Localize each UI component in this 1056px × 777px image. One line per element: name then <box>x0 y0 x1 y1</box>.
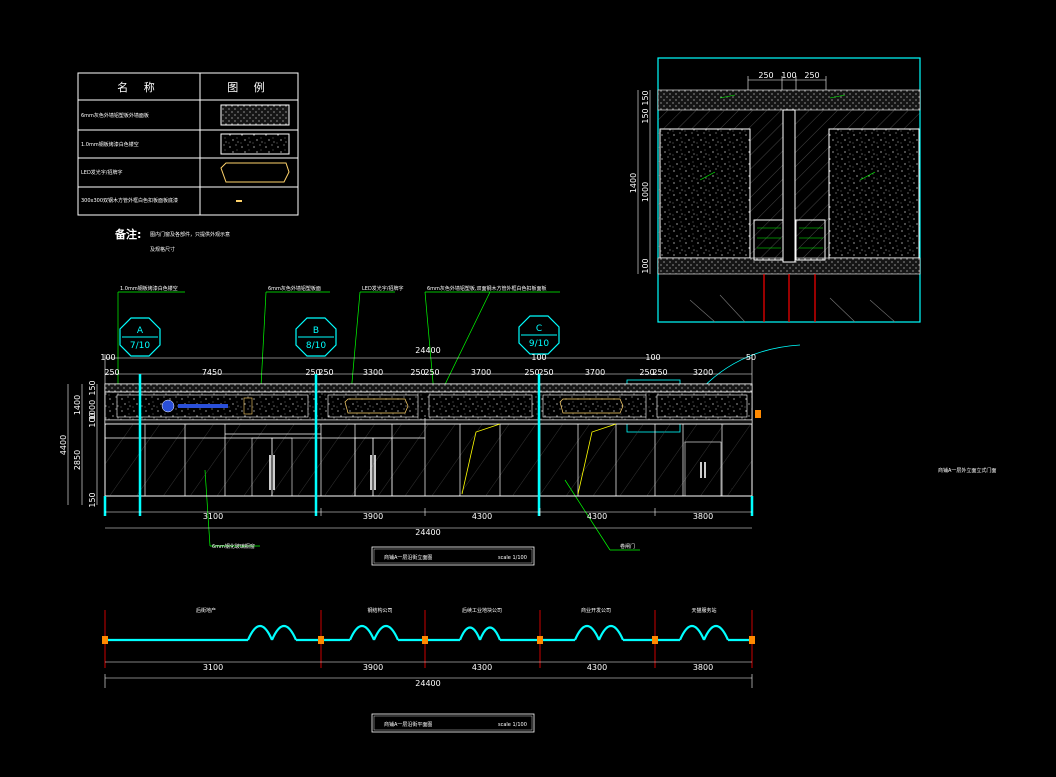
plan-label-1: 后街地产 <box>196 607 216 614</box>
callout-aluminum: 6mm灰色外墙铝塑板面 <box>268 285 321 292</box>
svg-text:A: A <box>137 326 144 336</box>
plan-dim-5: 3800 <box>693 663 713 672</box>
detail-dim-top-1: 250 <box>758 71 773 80</box>
dim-top-8: 250 <box>424 368 439 377</box>
dim-left-2: 1400 <box>73 395 82 415</box>
title-block-plan: 商铺A一层沿街平面图 scale 1/100 <box>371 713 535 733</box>
detail-view: 250 100 250 150 150 1400 1000 100 <box>629 57 921 323</box>
plan-label-5: 天猫服务站 <box>691 607 716 614</box>
plan-dim-1: 3100 <box>203 663 223 672</box>
legend-header-name: 名 称 <box>117 80 161 94</box>
dim-top-1: 100 <box>100 353 115 362</box>
storefront-elevation: 24400 100 250 7450 250 250 3300 250 250 … <box>59 346 761 550</box>
plan-label-4: 商业开发公司 <box>581 607 611 614</box>
svg-text:8/10: 8/10 <box>306 341 326 351</box>
legend-table: 名 称 图 例 6mm灰色外墙铝塑板外墙面板 1.0mm钢板烤漆白色镂空 LED… <box>77 72 299 216</box>
title-block-elevation: 商铺A一层沿街立面图 scale 1/100 <box>371 546 535 566</box>
svg-text:7/10: 7/10 <box>130 341 150 351</box>
note-block: 备注: 图内门窗及各部件，只提供外观示意 及规格尺寸 <box>114 227 230 253</box>
dim-bottom-4: 4300 <box>587 512 607 521</box>
detail-dim-left-5: 100 <box>641 258 650 273</box>
plan-dim-overall: 24400 <box>415 679 440 688</box>
callout-steel: 1.0mm钢板烤漆白色镂空 <box>120 285 178 292</box>
dim-bottom-3: 4300 <box>472 512 492 521</box>
title-1-name: 商铺A一层沿街立面图 <box>384 554 432 561</box>
dim-top-3: 7450 <box>202 368 222 377</box>
dim-top-6: 3300 <box>363 368 383 377</box>
note-line-1: 图内门窗及各部件，只提供外观示意 <box>150 231 230 238</box>
dim-top-c-100: 100 <box>531 353 546 362</box>
detail-dim-top-3: 250 <box>804 71 819 80</box>
axis-tag-a: A 7/10 <box>119 317 161 357</box>
floor-plan-strip: 后街地产 钢结构公司 后续工业地块公司 商业开发公司 天猫服务站 3100 39… <box>102 607 755 688</box>
dim-top-17: 50 <box>746 353 756 362</box>
dim-top-2: 250 <box>104 368 119 377</box>
svg-text:B: B <box>313 326 319 336</box>
detail-dim-left-1: 150 <box>641 90 650 105</box>
axis-tag-b: B 8/10 <box>295 317 337 357</box>
dim-left-6: 2850 <box>73 450 82 470</box>
detail-dim-left-3: 1400 <box>629 173 638 193</box>
title-2-name: 商铺A一层沿街平面图 <box>384 721 432 728</box>
title-2-scale: scale 1/100 <box>498 722 527 728</box>
dim-bottom-5: 3800 <box>693 512 713 521</box>
legend-row-1: 6mm灰色外墙铝塑板外墙面板 <box>81 112 149 119</box>
legend-swatch-led <box>220 162 290 183</box>
legend-swatch-aluminum <box>220 104 290 126</box>
legend-swatch-steel <box>220 133 290 155</box>
note-line-2: 及规格尺寸 <box>150 246 175 253</box>
dim-top-14: 250 <box>652 368 667 377</box>
svg-text:C: C <box>536 324 542 334</box>
legend-row-4: 300x300双钢木方管外框白色扣板面板底漆 <box>81 197 178 204</box>
dim-overall-bottom: 24400 <box>415 528 440 537</box>
dim-top-10: 250 <box>524 368 539 377</box>
legend-row-3: LED发光字/招牌字 <box>81 169 122 176</box>
callout-panel: 6mm灰色外墙铝塑板,双面钢木方管外框白色扣板面板 <box>427 285 547 292</box>
cad-drawing-canvas: 名 称 图 例 6mm灰色外墙铝塑板外墙面板 1.0mm钢板烤漆白色镂空 LED… <box>59 57 996 733</box>
dim-left-5: 4400 <box>59 435 68 455</box>
plan-dim-2: 3900 <box>363 663 383 672</box>
title-1-scale: scale 1/100 <box>498 555 527 561</box>
dim-left-1: 150 <box>88 380 97 395</box>
dim-top-15: 100 <box>645 353 660 362</box>
svg-text:9/10: 9/10 <box>529 339 549 349</box>
dim-top-11: 250 <box>538 368 553 377</box>
detail-dim-left-4: 1000 <box>641 182 650 202</box>
legend-swatch-panel <box>236 200 242 202</box>
detail-dim-left-2: 150 <box>641 108 650 123</box>
legend-row-2: 1.0mm钢板烤漆白色镂空 <box>81 141 139 148</box>
dim-top-5: 250 <box>318 368 333 377</box>
plan-dim-3: 4300 <box>472 663 492 672</box>
glass-callout: 6mm钢化玻璃橱窗 <box>212 543 255 550</box>
plan-dim-4: 4300 <box>587 663 607 672</box>
dim-bottom-1: 3100 <box>203 512 223 521</box>
dim-top-12: 3700 <box>585 368 605 377</box>
door-callout: 卷闸门 <box>620 543 635 550</box>
detail-dim-top-2: 100 <box>781 71 796 80</box>
axis-tag-c: C 9/10 <box>518 315 560 355</box>
dim-overall-top: 24400 <box>415 346 440 355</box>
note-label: 备注: <box>114 227 141 241</box>
dim-top-9: 3700 <box>471 368 491 377</box>
dim-top-7: 250 <box>410 368 425 377</box>
dim-bottom-2: 3900 <box>363 512 383 521</box>
dim-left-7: 150 <box>88 492 97 507</box>
dim-top-16: 3200 <box>693 368 713 377</box>
dim-left-4: 100 <box>88 412 97 427</box>
plan-label-3: 后续工业地块公司 <box>462 607 502 614</box>
callout-led: LED发光字/招牌字 <box>362 285 403 292</box>
legend-header-legend: 图 例 <box>227 80 271 94</box>
side-label: 商铺A一层外立面立式门面 <box>938 467 996 474</box>
plan-label-2: 钢结构公司 <box>367 607 392 614</box>
